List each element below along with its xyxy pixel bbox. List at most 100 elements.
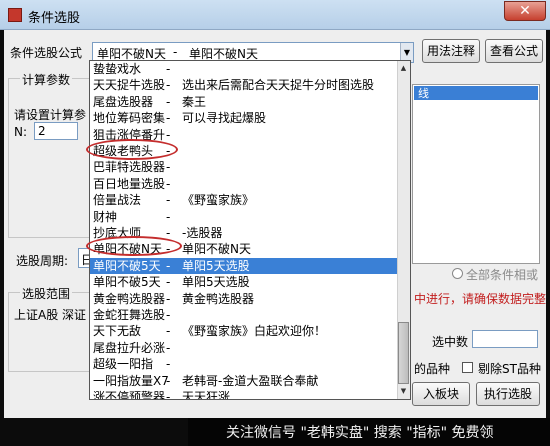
dropdown-item-name: 百日地量选股 bbox=[93, 176, 166, 191]
dropdown-item-sep: - bbox=[166, 209, 171, 224]
params-group-title: 计算参数 bbox=[20, 71, 73, 88]
dropdown-item-name: 尾盘拉升必涨 bbox=[93, 340, 166, 355]
condition-list[interactable] bbox=[412, 84, 540, 264]
dropdown-item[interactable]: 天天捉牛选股 - 选出来后需配合天天捉牛分时图选股 bbox=[90, 77, 398, 93]
dropdown-item-desc: 可以寻找起爆股 bbox=[182, 111, 267, 126]
dropdown-item-name: 地位筹码密集 bbox=[93, 111, 166, 126]
dropdown-item[interactable]: 蛰蛰戏水 - bbox=[90, 61, 398, 77]
dropdown-item[interactable]: 财神 - bbox=[90, 209, 398, 225]
dropdown-item-sep: - bbox=[166, 111, 171, 126]
param-n-value: 2 bbox=[38, 124, 46, 138]
scroll-down-icon[interactable]: ▼ bbox=[398, 385, 409, 398]
dropdown-item[interactable]: 尾盘拉升必涨 - bbox=[90, 340, 398, 356]
period-label: 选股周期: bbox=[16, 254, 69, 268]
dropdown-item-sep: - bbox=[166, 308, 171, 322]
dropdown-item[interactable]: 超级一阳指 - bbox=[90, 356, 398, 372]
dropdown-item[interactable]: 涨不停预警器 - 天天狂涨 bbox=[90, 389, 398, 400]
params-groupbox bbox=[8, 78, 94, 238]
remove-st-label: 剔除ST品种 bbox=[478, 362, 541, 376]
dropdown-item-desc: 天天狂涨 bbox=[182, 390, 231, 400]
dropdown-item-name: 天下无敌 bbox=[93, 324, 142, 339]
dropdown-item-name: 单阳不破5天 bbox=[93, 258, 161, 273]
scope-groupbox bbox=[8, 292, 94, 372]
dropdown-item-sep: - bbox=[166, 357, 171, 372]
dropdown-item-name: 巴菲特选股器 bbox=[93, 160, 166, 175]
dropdown-item-sep: - bbox=[166, 78, 171, 93]
dropdown-item[interactable]: 倍量战法 - 《野蛮家族》 bbox=[90, 192, 398, 208]
selected-count-field bbox=[472, 330, 538, 348]
annotation-circle-single-yang bbox=[86, 236, 182, 256]
dropdown-item-name: 单阳不破5天 bbox=[93, 275, 161, 290]
watermark-text: 关注微信号 "老韩实盘" 搜索 "指标" 免费领 bbox=[226, 425, 494, 441]
scope-value: 上证A股 深证 bbox=[14, 308, 87, 322]
dropdown-item-name: 倍量战法 bbox=[93, 193, 142, 208]
remove-st-checkbox[interactable] bbox=[462, 362, 473, 373]
param-n-input[interactable]: 2 bbox=[34, 122, 78, 140]
dropdown-item[interactable]: 尾盘选股器 - 秦王 bbox=[90, 94, 398, 110]
dropdown-item-sep: - bbox=[166, 127, 171, 142]
scroll-up-icon[interactable]: ▲ bbox=[398, 62, 409, 75]
execute-screening-button[interactable]: 执行选股 bbox=[476, 382, 540, 406]
dropdown-item[interactable]: 黄金鸭选股器 - 黄金鸭选股器 bbox=[90, 291, 398, 307]
dropdown-item-name: 金蛇狂舞选股 bbox=[93, 308, 166, 322]
dropdown-item-sep: - bbox=[166, 160, 171, 175]
dropdown-item-sep: - bbox=[166, 340, 171, 355]
dropdown-item-name: 财神 bbox=[93, 209, 118, 224]
dropdown-item-desc: 选出来后需配合天天捉牛分时图选股 bbox=[182, 78, 375, 93]
view-formula-button[interactable]: 查看公式 bbox=[485, 39, 543, 63]
dropdown-item-desc: 秦王 bbox=[182, 94, 207, 109]
dropdown-item-sep: - bbox=[166, 176, 171, 191]
dropdown-scroll-thumb[interactable] bbox=[398, 322, 409, 384]
all-conditions-label: 全部条件相或 bbox=[466, 268, 539, 282]
dropdown-item-sep: - bbox=[166, 373, 171, 388]
dropdown-item-desc: 单阳5天选股 bbox=[182, 275, 250, 290]
scope-group-title: 选股范围 bbox=[20, 285, 73, 302]
dropdown-item-desc: 单阳不破N天 bbox=[182, 242, 251, 257]
app-icon bbox=[8, 8, 22, 22]
variety-label: 的品种 bbox=[414, 362, 451, 376]
dropdown-item-sep: - bbox=[166, 275, 171, 290]
formula-combo-sep: - bbox=[173, 45, 178, 59]
dropdown-item-name: 超级一阳指 bbox=[93, 357, 154, 372]
dropdown-item[interactable]: 地位筹码密集 - 可以寻找起爆股 bbox=[90, 110, 398, 126]
annotation-circle-super-duck bbox=[86, 139, 178, 160]
selected-count-label: 选中数 bbox=[432, 335, 469, 349]
usage-notes-button[interactable]: 用法注释 bbox=[422, 39, 480, 63]
window-title: 条件选股 bbox=[28, 11, 81, 26]
dropdown-item-sep: - bbox=[166, 291, 171, 306]
dropdown-item[interactable]: 天下无敌 - 《野蛮家族》白起欢迎你！ bbox=[90, 323, 398, 339]
params-hint: 请设置计算参 bbox=[14, 108, 87, 122]
formula-label: 条件选股公式 bbox=[10, 46, 83, 60]
add-to-block-button[interactable]: 入板块 bbox=[412, 382, 470, 406]
warning-text: 中进行，请确保数据完整 bbox=[414, 292, 547, 306]
condition-list-selected-row[interactable]: 线 bbox=[414, 86, 538, 100]
param-n-label: N: bbox=[14, 125, 28, 139]
dropdown-item[interactable]: 单阳不破5天 - 单阳5天选股 bbox=[90, 274, 398, 290]
dropdown-item-desc: 老韩哥-金道大盈联合奉献 bbox=[182, 373, 319, 388]
dropdown-item-sep: - bbox=[166, 258, 171, 273]
dropdown-item-name: 一阳指放量X7 bbox=[93, 373, 169, 388]
dropdown-item-desc: 黄金鸭选股器 bbox=[182, 291, 255, 306]
dropdown-item-desc: 单阳5天选股 bbox=[182, 258, 250, 273]
dropdown-item-name: 尾盘选股器 bbox=[93, 94, 154, 109]
dropdown-item[interactable]: 百日地量选股 - bbox=[90, 176, 398, 192]
dropdown-item[interactable]: 金蛇狂舞选股 - bbox=[90, 307, 398, 323]
dropdown-item-desc: 《野蛮家族》 bbox=[182, 193, 255, 208]
dropdown-item[interactable]: 单阳不破5天 - 单阳5天选股 bbox=[90, 257, 398, 275]
dropdown-item-sep: - bbox=[166, 390, 171, 400]
dropdown-item-sep: - bbox=[166, 62, 171, 76]
formula-dropdown-list[interactable]: 蛰蛰戏水 - 天天捉牛选股 - 选出来后需配合天天捉牛分时图选股 尾盘选股器 - 秦王 地位筹码… bbox=[89, 60, 411, 400]
dropdown-item-sep: - bbox=[166, 193, 171, 208]
all-conditions-radio[interactable] bbox=[452, 268, 463, 279]
dropdown-item-desc: -选股器 bbox=[182, 226, 223, 240]
dropdown-item-name: 黄金鸭选股器 bbox=[93, 291, 166, 306]
title-bar bbox=[0, 0, 550, 30]
dropdown-item[interactable]: 巴菲特选股器 - bbox=[90, 159, 398, 175]
dropdown-item[interactable]: 一阳指放量X7- 老韩哥-金道大盈联合奉献 bbox=[90, 373, 398, 389]
dropdown-item-sep: - bbox=[166, 94, 171, 109]
condition-selected-text: 线 bbox=[418, 87, 429, 100]
dropdown-item-name: 蛰蛰戏水 bbox=[93, 62, 142, 76]
close-button[interactable]: ✕ bbox=[504, 1, 546, 21]
dropdown-item-name: 天天捉牛选股 bbox=[93, 78, 166, 93]
dropdown-item-name: 涨不停预警器 bbox=[93, 390, 166, 400]
